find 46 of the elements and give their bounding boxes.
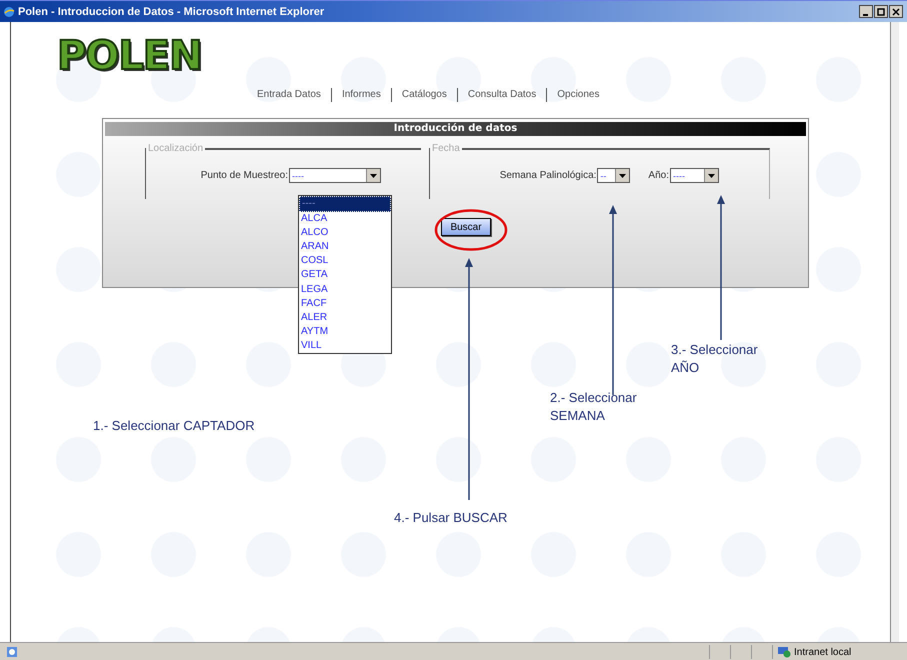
dropdown-arrow-icon [708, 174, 715, 178]
dropdown-option[interactable]: FACF [299, 296, 391, 311]
nav-link[interactable]: Informes [330, 88, 391, 102]
minimize-icon [863, 14, 868, 16]
dropdown-option[interactable]: AYTM [299, 324, 391, 339]
dropdown-option[interactable]: COSL [299, 254, 391, 268]
network-icon [777, 646, 791, 658]
dropdown-arrow-icon [370, 174, 377, 178]
dropdown-option[interactable]: ARAN [299, 240, 391, 254]
security-zone: Intranet local [794, 646, 852, 658]
page-icon [6, 646, 18, 658]
dropdown-option[interactable]: ALER [299, 310, 391, 325]
close-button[interactable] [889, 5, 903, 18]
fieldset-legend: Fecha [430, 143, 462, 154]
minimize-button[interactable] [859, 5, 873, 18]
dropdown-option[interactable]: LEGA [299, 282, 391, 297]
year-select[interactable]: ---- [670, 168, 719, 183]
close-icon [892, 8, 900, 16]
dropdown-option[interactable]: ALCA [299, 212, 391, 226]
sampling-point-select[interactable]: ---- [289, 168, 381, 183]
nav-link[interactable]: Entrada Datos [253, 88, 331, 102]
field-label: Año: [648, 170, 669, 181]
dropdown-arrow-icon [619, 174, 626, 178]
annotation-text: 3.- Seleccionar AÑO [671, 341, 758, 377]
maximize-button[interactable] [874, 5, 888, 18]
browser-icon [3, 6, 15, 18]
dropdown-option[interactable]: ---- [299, 196, 391, 212]
annotation-text: 1.- Seleccionar CAPTADOR [93, 417, 255, 435]
search-button[interactable]: Buscar [441, 218, 491, 236]
scrollbar[interactable] [890, 22, 899, 642]
dropdown-option[interactable]: ALCO [299, 226, 391, 240]
annotation-text: 2.- Seleccionar SEMANA [550, 389, 637, 425]
nav-link[interactable]: Consulta Datos [456, 88, 546, 102]
panel-title: Introducción de datos [394, 122, 518, 136]
window-title: Polen - Introduccion de Datos - Microsoft Internet Explorer [18, 6, 326, 18]
fieldset-legend: Localización [146, 143, 206, 154]
field-label: Semana Palinológica: [500, 170, 596, 181]
dropdown-option[interactable]: VILL [299, 338, 391, 354]
annotation-text: 4.- Pulsar BUSCAR [394, 509, 508, 527]
nav-link[interactable]: Opciones [546, 88, 610, 102]
week-select[interactable]: -- [597, 168, 630, 183]
logo: POLEN [57, 34, 202, 78]
field-label: Punto de Muestreo: [200, 170, 288, 181]
maximize-icon [877, 8, 885, 16]
dropdown-option[interactable]: GETA [299, 268, 391, 283]
nav-link[interactable]: Catálogos [390, 88, 457, 102]
